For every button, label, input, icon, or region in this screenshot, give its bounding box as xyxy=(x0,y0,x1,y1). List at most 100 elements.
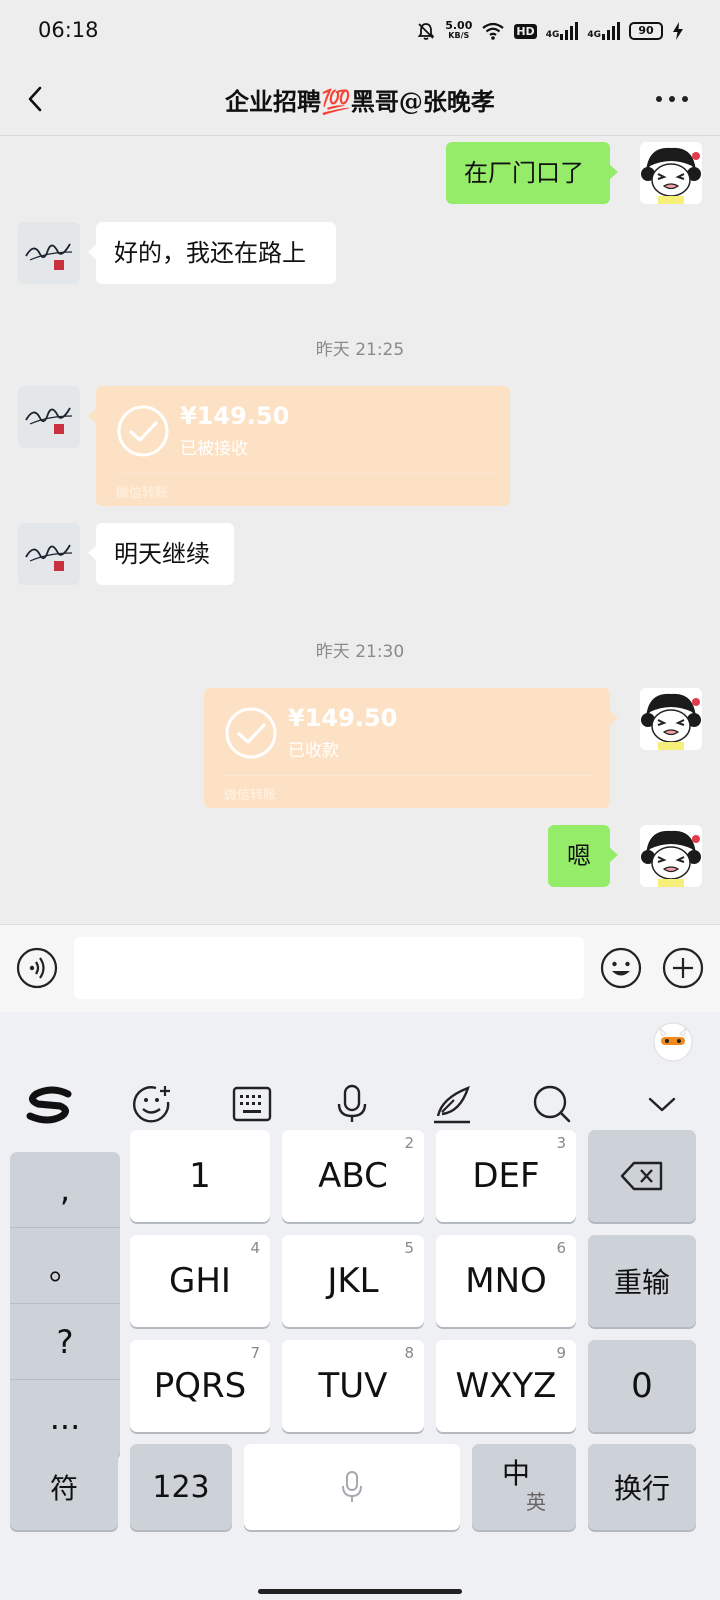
wifi-icon xyxy=(482,22,505,40)
message-bubble-sent[interactable]: 嗯 xyxy=(548,825,618,887)
key-pqrs-digit: 7 xyxy=(250,1344,260,1362)
my-avatar[interactable] xyxy=(640,142,702,204)
back-arrow-icon[interactable] xyxy=(20,82,54,116)
key-def[interactable]: DEF 3 xyxy=(436,1130,576,1222)
bell-muted-icon xyxy=(417,23,435,40)
backspace-icon xyxy=(620,1161,663,1191)
key-wxyz-digit: 9 xyxy=(556,1344,566,1362)
transfer-footer: 微信转账 xyxy=(116,486,169,501)
transfer-status: 已被接收 xyxy=(180,439,248,459)
symbol-key[interactable]: 符 xyxy=(10,1444,118,1530)
punct-key-period[interactable]: 。 xyxy=(10,1228,120,1304)
signal-2: 4G xyxy=(587,22,620,40)
message-input-bar xyxy=(0,924,720,1012)
more-options-icon[interactable] xyxy=(656,96,690,104)
punct-key-question[interactable]: ? xyxy=(10,1304,120,1380)
signal-1: 4G xyxy=(546,22,579,40)
key-jkl-label: JKL xyxy=(327,1261,379,1301)
key-tuv[interactable]: TUV 8 xyxy=(282,1340,424,1432)
contact-avatar[interactable] xyxy=(18,386,80,448)
key-abc-digit: 2 xyxy=(404,1134,414,1152)
key-abc-label: ABC xyxy=(318,1156,388,1196)
chat-timestamp: 昨天 21:25 xyxy=(315,340,405,360)
language-switch-key[interactable]: 中 英 xyxy=(472,1444,576,1530)
space-key[interactable] xyxy=(244,1444,460,1530)
key-def-label: DEF xyxy=(472,1156,540,1196)
key-tuv-label: TUV xyxy=(318,1366,388,1406)
status-time: 06:18 xyxy=(38,18,99,42)
check-circle-icon xyxy=(225,707,277,759)
key-mno[interactable]: MNO 6 xyxy=(436,1235,576,1327)
key-mno-digit: 6 xyxy=(556,1239,566,1257)
retype-key[interactable]: 重输 xyxy=(588,1235,696,1327)
key-0[interactable]: 0 xyxy=(588,1340,696,1432)
keyboard-mascot-icon[interactable] xyxy=(652,1020,694,1062)
emoji-sticker-icon[interactable] xyxy=(130,1082,174,1126)
plus-circle-icon[interactable] xyxy=(662,947,704,989)
chat-header: 企业招聘💯黑哥@张晚孝 xyxy=(0,62,720,136)
key-def-digit: 3 xyxy=(556,1134,566,1152)
key-pqrs[interactable]: PQRS 7 xyxy=(130,1340,270,1432)
signal-2-label: 4G xyxy=(587,30,601,40)
status-icons: 5.00 KB/S HD 4G 4G 90 xyxy=(416,18,684,44)
message-text-input[interactable] xyxy=(74,937,584,999)
backspace-key[interactable] xyxy=(588,1130,696,1222)
chat-timestamp: 昨天 21:30 xyxy=(315,642,405,662)
key-wxyz-label: WXYZ xyxy=(455,1366,557,1406)
key-wxyz[interactable]: WXYZ 9 xyxy=(436,1340,576,1432)
signal-bars-icon xyxy=(560,22,579,40)
speed-unit: KB/S xyxy=(448,31,470,40)
key-jkl-digit: 5 xyxy=(404,1239,414,1257)
chat-title: 企业招聘💯黑哥@张晚孝 xyxy=(225,87,495,116)
battery-indicator: 90 xyxy=(629,22,663,40)
enter-key[interactable]: 换行 xyxy=(588,1444,696,1530)
check-circle-icon xyxy=(117,405,169,457)
speed-value: 5.00 xyxy=(445,19,473,32)
emoji-icon[interactable] xyxy=(600,947,642,989)
voice-input-icon[interactable] xyxy=(16,947,58,989)
hd-badge: HD xyxy=(514,23,537,39)
key-tuv-digit: 8 xyxy=(404,1344,414,1362)
message-bubble-sent[interactable]: 在厂门口了 xyxy=(446,142,618,204)
signature-avatar-icon xyxy=(18,386,80,448)
transfer-card-received[interactable]: ¥149.50 已被接收 微信转账 xyxy=(88,386,510,506)
message-bubble-received[interactable]: 好的，我还在路上 xyxy=(88,222,336,284)
chevron-down-icon[interactable] xyxy=(640,1082,684,1126)
my-avatar[interactable] xyxy=(640,825,702,887)
contact-avatar[interactable] xyxy=(18,222,80,284)
transfer-footer: 微信转账 xyxy=(224,788,277,803)
home-indicator[interactable] xyxy=(258,1589,462,1594)
signal-bars-icon xyxy=(602,22,620,40)
cartoon-girl-avatar-icon xyxy=(640,825,702,887)
keyboard-icon[interactable] xyxy=(230,1082,274,1126)
search-icon[interactable] xyxy=(530,1082,574,1126)
transfer-card-sent[interactable]: ¥149.50 已收款 微信转账 xyxy=(204,688,618,808)
ime-keyboard: , 。 ? ... 1 ABC 2 DEF 3 GHI 4 JKL 5 MNO 6 重输 … xyxy=(0,1012,720,1600)
my-avatar[interactable] xyxy=(640,688,702,750)
microphone-icon[interactable] xyxy=(330,1082,374,1126)
key-pqrs-label: PQRS xyxy=(153,1366,247,1406)
key-1-label: 1 xyxy=(189,1156,211,1196)
signature-avatar-icon xyxy=(18,523,80,585)
contact-avatar[interactable] xyxy=(18,523,80,585)
key-ghi-label: GHI xyxy=(169,1261,231,1301)
handwriting-pen-icon[interactable] xyxy=(430,1082,474,1126)
network-speed: 5.00 KB/S xyxy=(445,19,473,41)
microphone-icon xyxy=(342,1471,362,1502)
message-bubble-received[interactable]: 明天继续 xyxy=(88,523,234,585)
key-jkl[interactable]: JKL 5 xyxy=(282,1235,424,1327)
transfer-divider xyxy=(224,775,596,776)
number-mode-key[interactable]: 123 xyxy=(130,1444,232,1530)
key-1[interactable]: 1 xyxy=(130,1130,270,1222)
punct-key-comma[interactable]: , xyxy=(10,1152,120,1228)
charging-icon xyxy=(673,22,683,40)
key-ghi[interactable]: GHI 4 xyxy=(130,1235,270,1327)
sogou-logo-icon[interactable] xyxy=(26,1082,74,1126)
punctuation-column: , 。 ? ... xyxy=(10,1152,120,1458)
transfer-divider xyxy=(116,473,496,474)
key-mno-label: MNO xyxy=(465,1261,547,1301)
key-ghi-digit: 4 xyxy=(250,1239,260,1257)
transfer-status: 已收款 xyxy=(288,741,339,761)
key-abc[interactable]: ABC 2 xyxy=(282,1130,424,1222)
cartoon-girl-avatar-icon xyxy=(640,142,702,204)
